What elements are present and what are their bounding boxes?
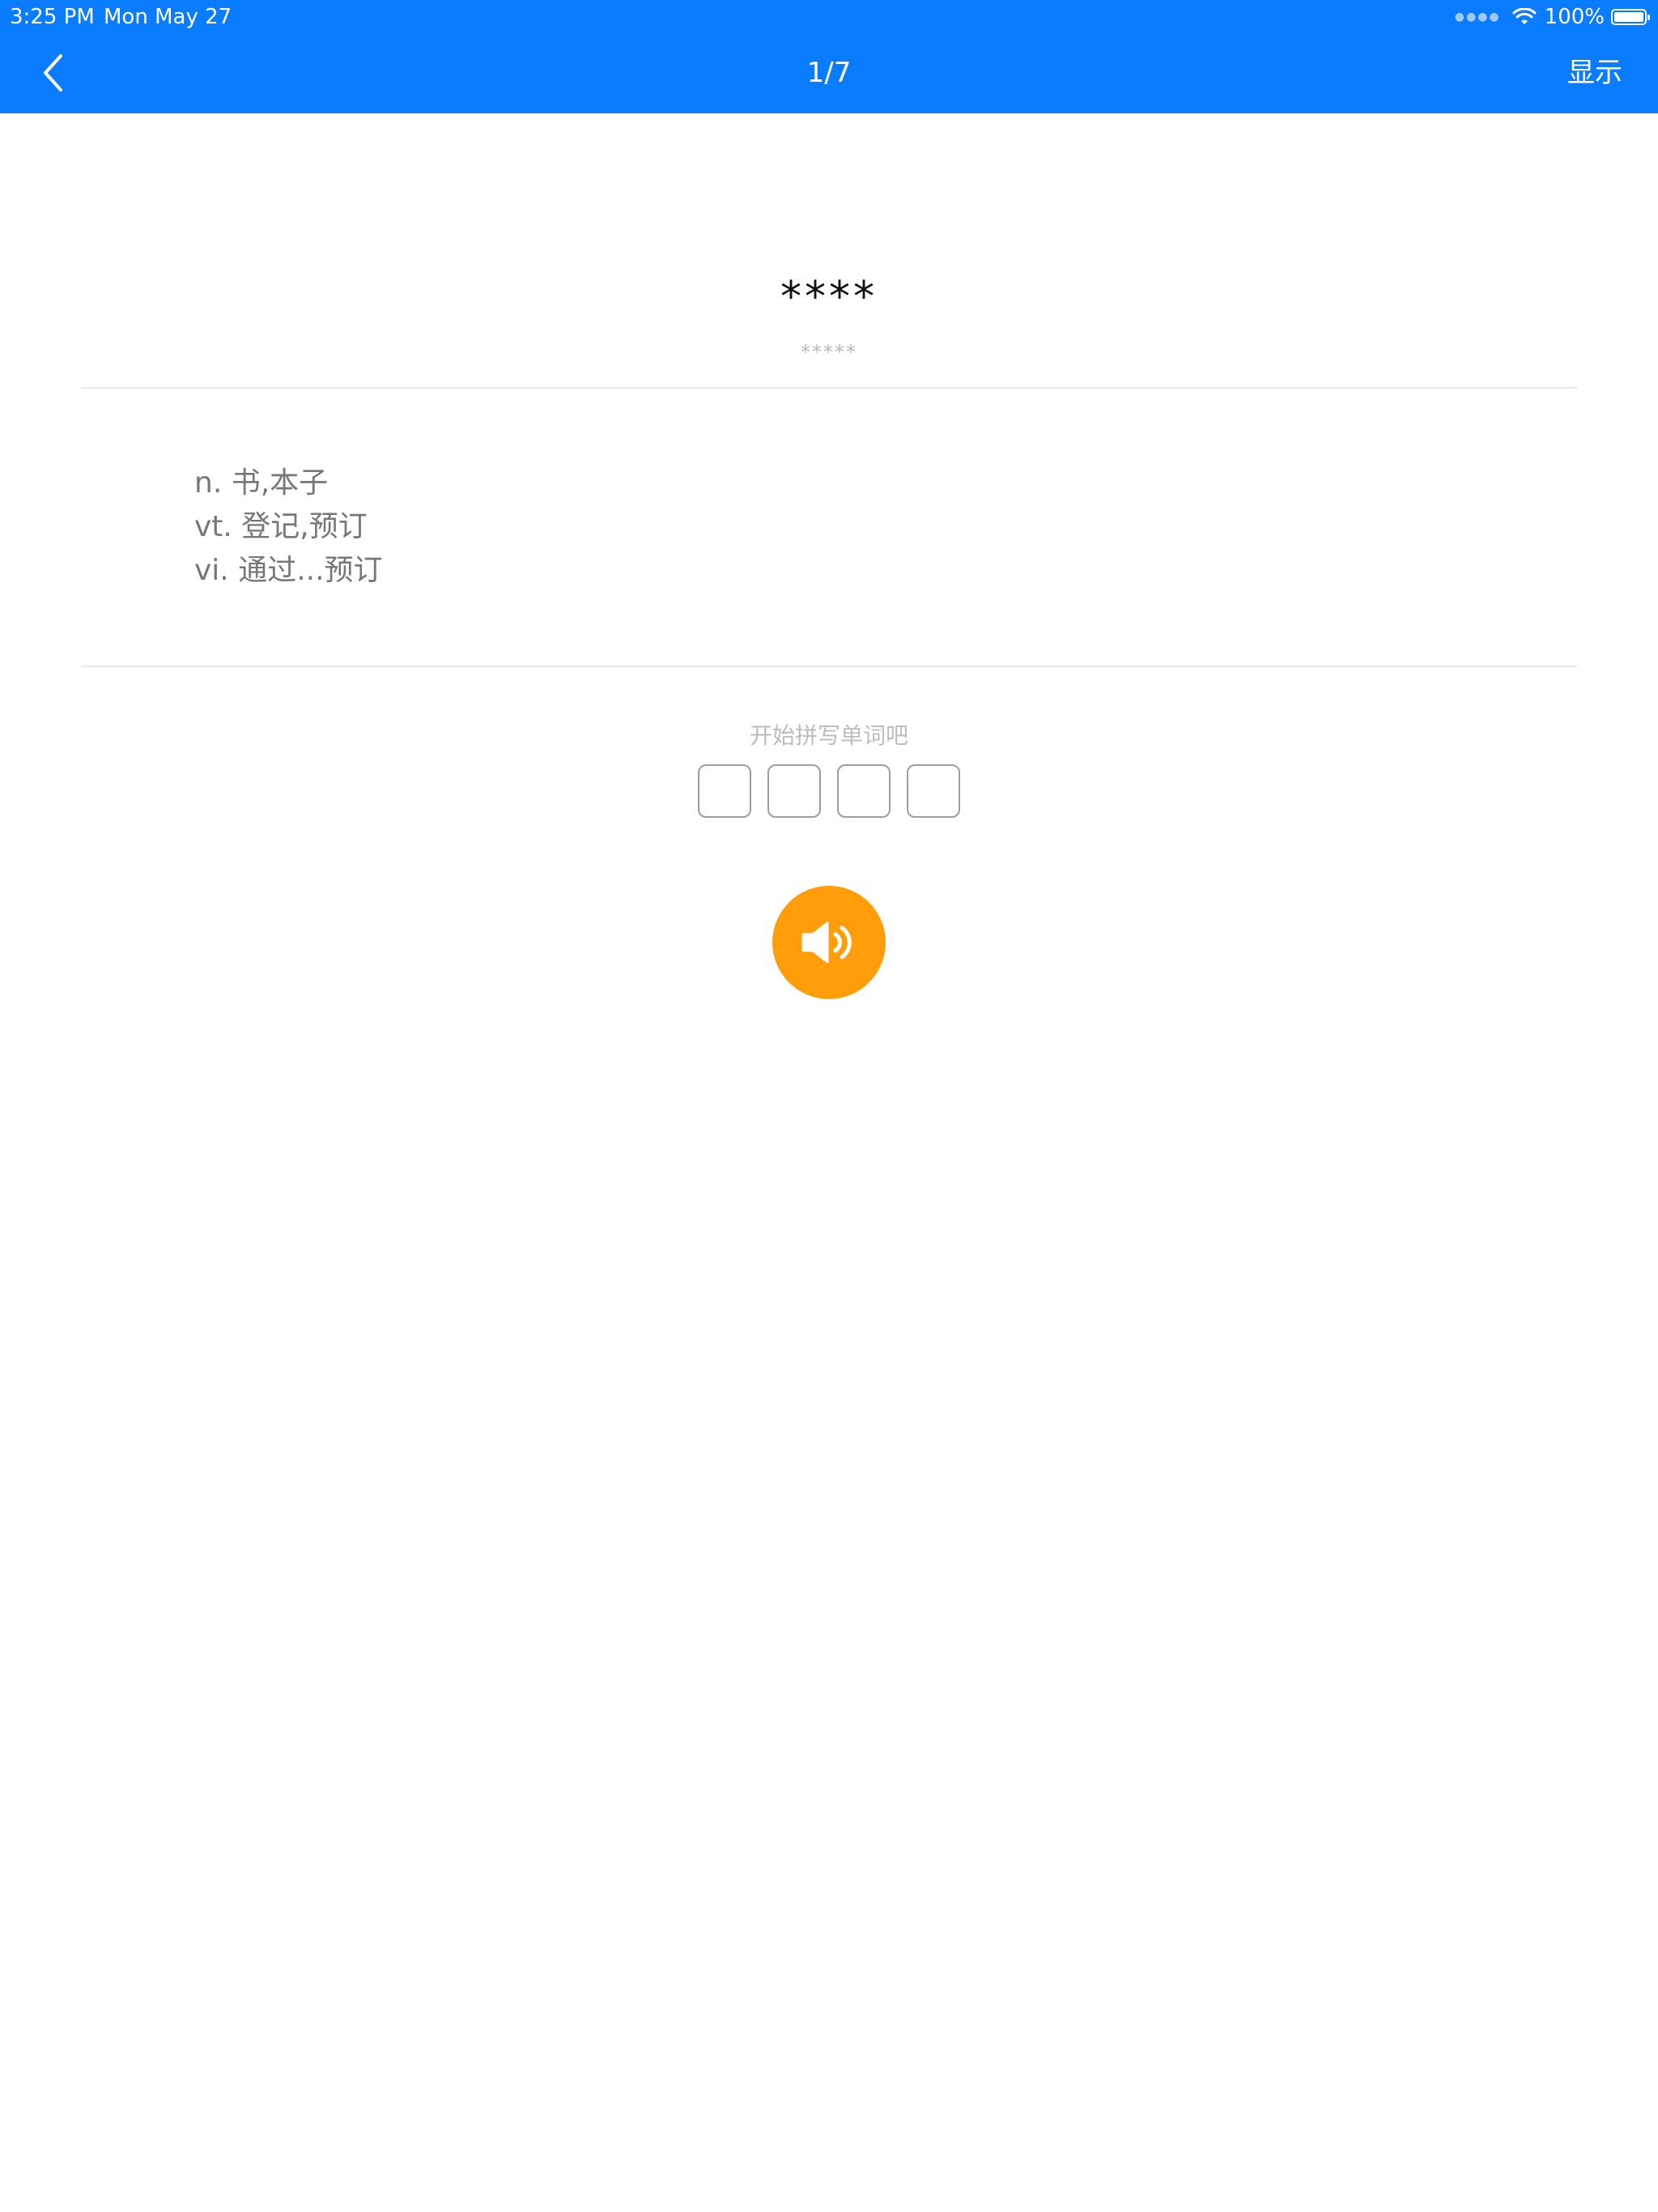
wifi-icon (1512, 8, 1537, 26)
letter-input-3[interactable] (837, 764, 891, 818)
show-answer-button[interactable]: 显示 (1567, 55, 1622, 91)
status-indicators: ●●●● 100% (1454, 3, 1650, 31)
battery-percentage: 100% (1544, 5, 1605, 29)
play-pronunciation-button[interactable] (772, 886, 886, 999)
spelling-hint: 开始拼写单词吧 (749, 722, 908, 749)
letter-input-2[interactable] (767, 764, 821, 818)
letter-input-4[interactable] (907, 764, 960, 818)
page-counter: 1/7 (806, 57, 852, 89)
status-time: 3:25 PM (10, 5, 95, 29)
cellular-signal-icon: ●●●● (1454, 11, 1501, 23)
divider (81, 666, 1577, 667)
divider (81, 387, 1577, 389)
navigation-header: 3:25 PM Mon May 27 ●●●● 100% 1/7 显示 (0, 0, 1658, 113)
letter-input-group (0, 764, 1658, 818)
hidden-phonetic: ***** (801, 341, 857, 364)
status-date: Mon May 27 (104, 5, 232, 29)
definition-noun: n. 书,本子 (194, 466, 329, 500)
battery-icon (1611, 9, 1650, 25)
definition-intransitive-verb: vi. 通过...预订 (194, 554, 383, 587)
speaker-volume-icon (801, 921, 852, 963)
definition-transitive-verb: vt. 登记,预订 (194, 510, 368, 543)
hidden-word: **** (780, 273, 878, 321)
letter-input-1[interactable] (698, 764, 751, 818)
definitions-list: n. 书,本子 vt. 登记,预订 vi. 通过...预订 (194, 462, 383, 593)
